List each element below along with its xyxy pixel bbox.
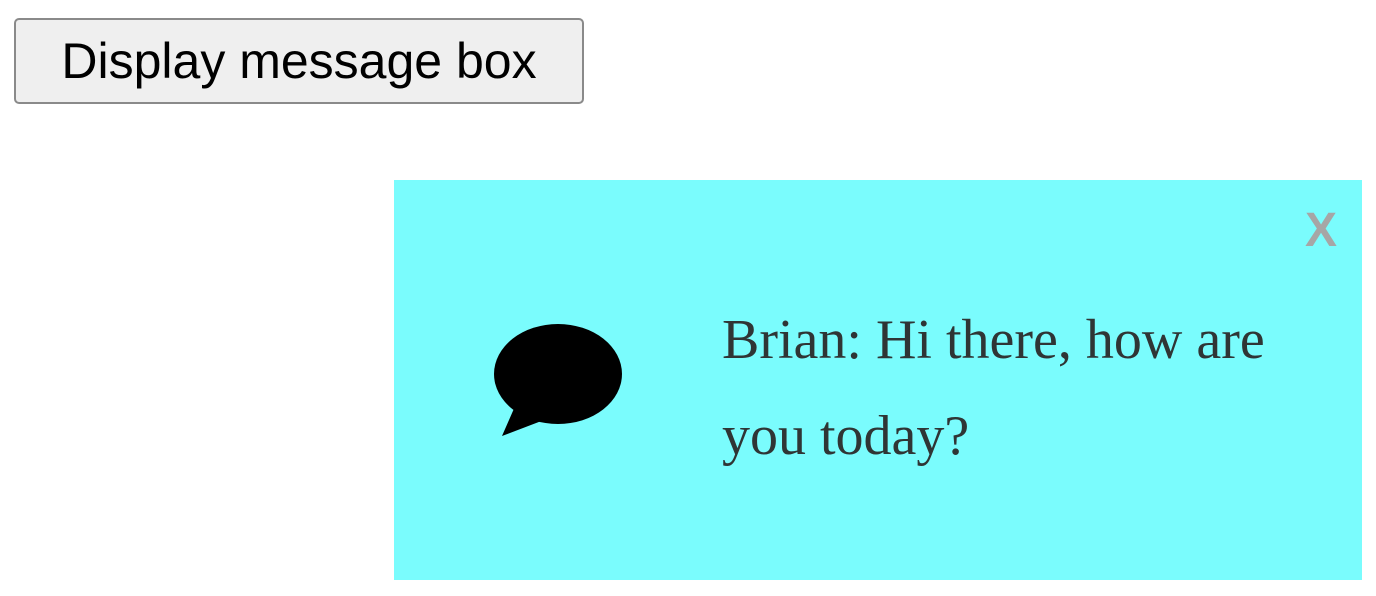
speech-bubble-icon [490, 320, 626, 440]
close-button[interactable]: X [1298, 204, 1344, 257]
message-text: Brian: Hi there, how are you today? [722, 309, 1265, 467]
display-message-box-button[interactable]: Display message box [14, 18, 584, 104]
